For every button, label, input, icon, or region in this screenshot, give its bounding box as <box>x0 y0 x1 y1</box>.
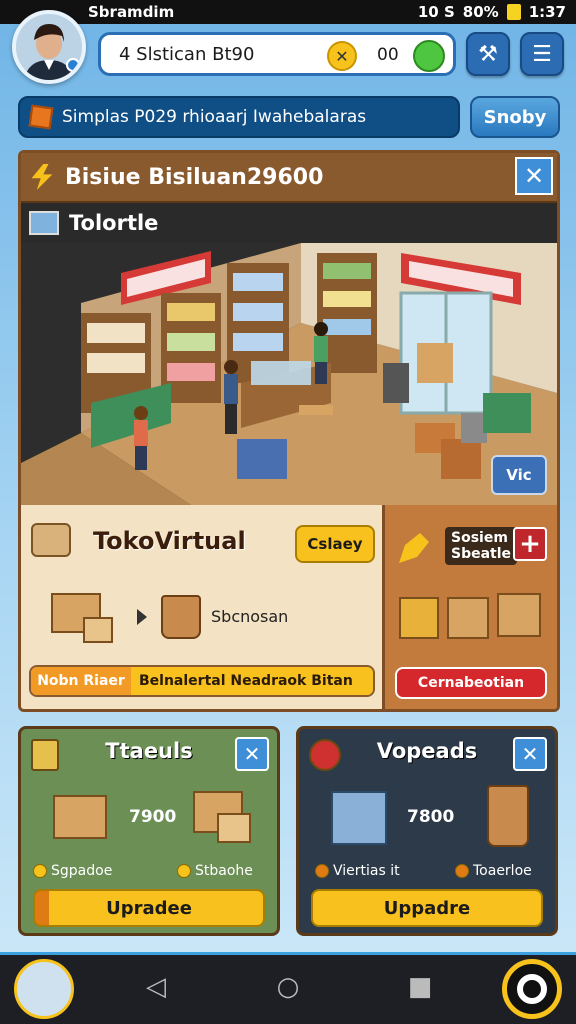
box-icon-small <box>217 813 251 843</box>
nav-avatar[interactable] <box>14 959 74 1019</box>
status-indicators: 10 S 80% 1:37 <box>418 3 566 21</box>
coin-icon <box>33 864 47 878</box>
side-card-title: Sosiem Sbeatle <box>445 527 518 565</box>
battery-text: 80% <box>462 3 499 21</box>
search-icon[interactable]: ○ <box>272 971 304 1003</box>
promo-banner[interactable]: Simplas P029 rhioaarj Iwahebalaras <box>18 96 460 138</box>
panel-header: Bisiue Bisiluan29600 <box>21 153 557 203</box>
close-icon[interactable]: ✕ <box>235 737 269 771</box>
store-card-button[interactable]: Cslaey <box>295 525 375 563</box>
close-icon[interactable]: ✕ <box>513 737 547 771</box>
panel-close-icon[interactable]: ✕ <box>515 157 553 195</box>
upgrade-card-right-label-left: Viertias it <box>315 863 400 879</box>
search-bar[interactable]: 4 Slstican Bt90 ✕ 00 <box>98 32 456 76</box>
close-icon[interactable]: ✕ <box>327 41 357 71</box>
clock: 1:37 <box>528 3 566 21</box>
store-panel: Bisiue Bisiluan29600 ✕ Tolortle Vic Toko… <box>18 150 560 712</box>
machine-icon <box>331 791 387 845</box>
store-card-title: TokoVirtual <box>93 527 246 555</box>
window-icon <box>29 211 59 235</box>
footer-tab-left[interactable]: Nobn Riaer <box>31 667 131 695</box>
side-card-button[interactable]: Cernabeotian <box>395 667 547 699</box>
store-illustration <box>21 243 557 505</box>
banner-button[interactable]: Snoby <box>470 96 560 138</box>
upgrade-card-left: Ttaeuls ✕ 7900 Sgpadoe Stbaohe Upradee <box>18 726 280 936</box>
profile-avatar[interactable] <box>12 10 86 84</box>
status-bar: Sbramdim 10 S 80% 1:37 <box>0 0 576 24</box>
recents-icon[interactable]: ■ <box>404 971 436 1003</box>
gear-ring <box>517 974 547 1004</box>
upgrade-button-right[interactable]: Uppadre <box>311 889 543 927</box>
side-card: Sosiem Sbeatle + Cernabeotian <box>385 505 557 709</box>
arrow-icon <box>137 609 147 625</box>
hammer-icon[interactable]: ⚒ <box>466 32 510 76</box>
lightning-icon <box>31 164 53 190</box>
footer-tab-right[interactable]: Belnalertal Neadraok Bitan <box>131 667 373 695</box>
cube-icon <box>28 104 54 130</box>
upgrade-button-left[interactable]: Upradee <box>33 889 265 927</box>
panel-lower: TokoVirtual Cslaey Sbcnosan Nobn Riaer B… <box>21 505 557 709</box>
menu-icon[interactable]: ☰ <box>520 32 564 76</box>
crate-icon-3 <box>497 593 541 637</box>
smile-icon[interactable] <box>413 40 445 72</box>
store-scene[interactable]: Vic <box>21 243 557 505</box>
battery-icon <box>506 4 521 20</box>
bottom-nav: ◁ ○ ■ <box>0 952 576 1024</box>
panel-subheader: Tolortle <box>21 203 557 243</box>
bag-icon <box>161 595 201 639</box>
panel-subtitle: Tolortle <box>69 211 159 235</box>
avatar-badge <box>66 58 80 72</box>
box-icon-small <box>83 617 113 643</box>
coin-icon <box>315 864 329 878</box>
coin-icon <box>455 864 469 878</box>
upgrade-card-left-value: 7900 <box>129 807 177 827</box>
side-card-title-line2: Sbeatle <box>451 546 512 562</box>
upgrade-card-right: Vopeads ✕ 7800 Viertias it Toaerloe Uppa… <box>296 726 558 936</box>
store-card: TokoVirtual Cslaey Sbcnosan Nobn Riaer B… <box>21 505 385 709</box>
back-icon[interactable]: ◁ <box>140 971 172 1003</box>
crate-icon-1 <box>399 597 439 639</box>
counter-value: 00 <box>377 45 399 65</box>
video-button[interactable]: Vic <box>491 455 547 495</box>
signal-text: 10 S <box>417 3 455 21</box>
search-text: 4 Slstican Bt90 <box>119 43 255 65</box>
carrier-label: Sbramdim <box>88 3 175 21</box>
plus-icon[interactable]: + <box>513 527 547 561</box>
tag-icon <box>31 523 71 557</box>
coin-icon <box>177 864 191 878</box>
panel-title: Bisiue Bisiluan29600 <box>65 164 324 190</box>
upgrade-card-right-label-right: Toaerloe <box>455 863 532 879</box>
upgrade-card-left-label-left: Sgpadoe <box>33 863 112 879</box>
label-text: Sgpadoe <box>51 863 113 879</box>
side-card-title-line1: Sosiem <box>451 530 508 546</box>
pen-icon <box>399 533 429 563</box>
settings-icon[interactable] <box>502 959 562 1019</box>
bag-icon <box>487 785 529 847</box>
store-card-item-label: Sbcnosan <box>211 607 289 626</box>
store-card-footer[interactable]: Nobn Riaer Belnalertal Neadraok Bitan <box>29 665 375 697</box>
box-icon <box>53 795 107 839</box>
label-text: Toaerloe <box>473 863 532 879</box>
upgrade-card-right-value: 7800 <box>407 807 455 827</box>
banner-text: Simplas P029 rhioaarj Iwahebalaras <box>62 107 367 127</box>
upgrade-card-left-label-right: Stbaohe <box>177 863 253 879</box>
label-text: Stbaohe <box>195 863 253 879</box>
label-text: Viertias it <box>333 863 400 879</box>
crate-icon-2 <box>447 597 489 639</box>
